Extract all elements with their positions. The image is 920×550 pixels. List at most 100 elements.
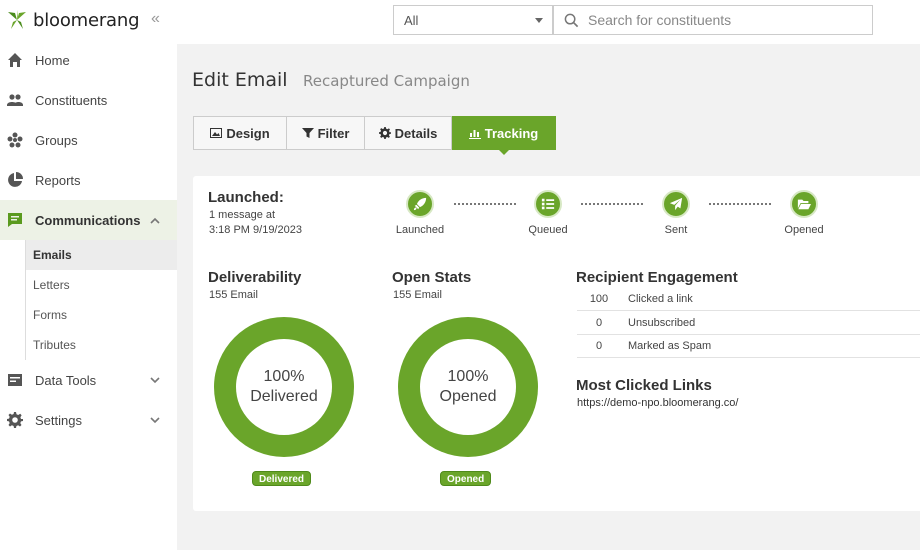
step-label: Launched — [395, 224, 445, 236]
sidebar-item-label: Settings — [35, 412, 82, 428]
open-stats-count: 155 Email — [393, 289, 442, 301]
sidebar-nav: Home Constituents Groups Reports Communi… — [0, 40, 177, 440]
most-clicked-link[interactable]: https://demo-npo.bloomerang.co/ — [577, 397, 738, 409]
engagement-label: Marked as Spam — [628, 340, 712, 352]
deliverability-donut: 100% Delivered — [214, 317, 354, 457]
sidebar-item-groups[interactable]: Groups — [0, 120, 177, 160]
delivered-badge: Delivered — [252, 471, 312, 486]
list-icon — [534, 190, 562, 218]
tab-label: Tracking — [484, 125, 539, 141]
message-icon — [7, 212, 23, 228]
sidebar-item-label: Reports — [35, 172, 81, 188]
engagement-value: 100 — [589, 293, 609, 305]
sidebar-item-constituents[interactable]: Constituents — [0, 80, 177, 120]
people-icon — [7, 92, 23, 108]
paper-plane-icon — [662, 190, 690, 218]
home-icon — [7, 52, 23, 68]
tab-label: Details — [394, 125, 438, 141]
bar-chart-icon — [468, 130, 481, 139]
engagement-label: Unsubscribed — [628, 317, 696, 329]
subnav-item-emails[interactable]: Emails — [25, 240, 177, 270]
rocket-icon — [406, 190, 434, 218]
step-connector — [454, 203, 516, 205]
tab-design[interactable]: Design — [193, 116, 287, 150]
subnav-item-tributes[interactable]: Tributes — [25, 330, 177, 360]
gear-icon — [7, 412, 23, 428]
open-stats-title: Open Stats — [392, 269, 472, 286]
sidebar-item-label: Data Tools — [35, 372, 97, 388]
funnel-icon — [301, 128, 314, 138]
tab-details[interactable]: Details — [365, 116, 452, 150]
deliverability-percent: 100% — [263, 368, 305, 385]
open-stats-label: Opened — [439, 388, 497, 405]
most-clicked-links-title: Most Clicked Links — [576, 377, 712, 394]
subnav-item-forms[interactable]: Forms — [25, 300, 177, 330]
launched-time: 3:18 PM 9/19/2023 — [209, 224, 302, 236]
tracking-card: Launched: 1 message at 3:18 PM 9/19/2023… — [193, 176, 920, 511]
engagement-label: Clicked a link — [628, 293, 693, 305]
tab-tracking[interactable]: Tracking — [452, 116, 556, 155]
sidebar-item-label: Groups — [35, 132, 78, 148]
search-scope-value: All — [404, 13, 419, 28]
chevron-up-icon[interactable] — [150, 214, 160, 224]
search-box[interactable] — [553, 5, 873, 35]
sidebar: bloomerang « Home Constituents Groups Re… — [0, 0, 177, 550]
tab-label: Filter — [317, 125, 350, 141]
step-connector — [709, 203, 771, 205]
step-opened: Opened — [764, 190, 844, 236]
launched-count: 1 message at — [209, 209, 276, 221]
tab-filter[interactable]: Filter — [287, 116, 365, 150]
step-connector — [581, 203, 643, 205]
chevron-down-icon[interactable] — [150, 413, 160, 424]
step-launched: Launched — [380, 190, 460, 236]
engagement-value: 0 — [595, 340, 603, 352]
sidebar-item-reports[interactable]: Reports — [0, 160, 177, 200]
chevron-down-icon[interactable] — [150, 373, 160, 384]
step-sent: Sent — [636, 190, 716, 236]
engagement-row: 0 Marked as Spam — [577, 335, 920, 358]
tab-label: Design — [226, 125, 270, 141]
sidebar-item-home[interactable]: Home — [0, 40, 177, 80]
engagement-row: 0 Unsubscribed — [577, 312, 920, 335]
subnav-item-letters[interactable]: Letters — [25, 270, 177, 300]
groups-icon — [7, 132, 23, 148]
step-label: Sent — [664, 224, 688, 236]
sidebar-item-label: Communications — [35, 212, 141, 228]
page-subtitle: Recaptured Campaign — [303, 72, 470, 90]
bloomerang-logo-icon — [8, 10, 26, 29]
step-label: Opened — [784, 224, 824, 236]
logo[interactable]: bloomerang — [5, 6, 140, 34]
deliverability-count: 155 Email — [209, 289, 258, 301]
search-icon — [564, 13, 579, 28]
open-stats-percent: 100% — [447, 368, 489, 385]
deliverability-label: Delivered — [250, 388, 318, 405]
data-tools-icon — [7, 372, 23, 388]
sidebar-item-settings[interactable]: Settings — [0, 400, 177, 440]
folder-open-icon — [790, 190, 818, 218]
search-input[interactable] — [588, 10, 858, 30]
pie-chart-icon — [7, 172, 23, 188]
step-queued: Queued — [508, 190, 588, 236]
gear-icon — [378, 127, 391, 139]
sidebar-item-data-tools[interactable]: Data Tools — [0, 360, 177, 400]
sidebar-item-communications[interactable]: Communications — [0, 200, 177, 240]
sidebar-item-label: Home — [35, 52, 70, 68]
email-tabs: Design Filter Details Tracking — [193, 116, 556, 155]
collapse-sidebar-icon[interactable]: « — [151, 10, 160, 28]
engagement-title: Recipient Engagement — [576, 269, 738, 286]
launched-title: Launched: — [208, 189, 284, 206]
engagement-row: 100 Clicked a link — [577, 288, 920, 311]
top-bar: All — [177, 0, 920, 44]
search-scope-select[interactable]: All — [393, 5, 553, 35]
page-title: Edit Email — [192, 69, 288, 91]
logo-text: bloomerang — [33, 9, 140, 31]
communications-subnav: Emails Letters Forms Tributes — [0, 240, 177, 360]
step-label: Queued — [528, 224, 568, 236]
caret-down-icon — [535, 18, 543, 23]
engagement-value: 0 — [595, 317, 603, 329]
image-icon — [210, 128, 223, 138]
opened-badge: Opened — [440, 471, 492, 486]
sidebar-item-label: Constituents — [35, 92, 108, 108]
open-stats-donut: 100% Opened — [398, 317, 538, 457]
deliverability-title: Deliverability — [208, 269, 302, 286]
